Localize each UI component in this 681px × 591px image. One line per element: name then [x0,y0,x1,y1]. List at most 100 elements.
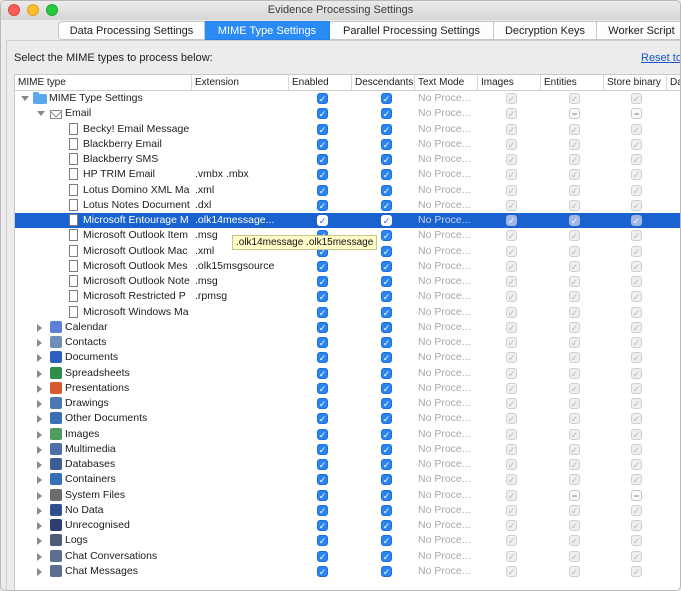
descendants-checkbox[interactable]: ✓ [381,504,392,516]
enabled-checkbox[interactable]: ✓ [317,154,328,165]
collapse-arrow-icon[interactable] [21,96,29,101]
table-row[interactable]: Logs ✓ ✓ No Proce... ✓ ✓ ✓ [15,533,680,548]
enabled-checkbox[interactable]: ✓ [317,321,328,333]
descendants-checkbox[interactable]: ✓ [381,184,392,196]
enabled-checkbox[interactable]: ✓ [317,398,328,409]
descendants-checkbox[interactable]: ✓ [381,321,392,333]
descendants-checkbox[interactable]: ✓ [381,367,392,379]
table-row[interactable]: Images ✓ ✓ No Proce... ✓ ✓ ✓ [15,427,680,442]
enabled-checkbox[interactable]: ✓ [317,169,328,181]
descendants-checkbox[interactable]: ✓ [381,489,392,501]
table-row[interactable]: Documents ✓ ✓ No Proce... ✓ ✓ ✓ [15,350,680,365]
expand-arrow-icon[interactable] [37,339,42,347]
close-window-button[interactable] [8,4,20,16]
expand-arrow-icon[interactable] [37,445,42,454]
column-header-descendants[interactable]: Descendants [352,75,415,91]
descendants-checkbox[interactable]: ✓ [381,215,392,226]
enabled-checkbox[interactable]: ✓ [317,428,328,440]
tab-worker-script[interactable]: Worker Script [597,21,680,40]
expand-arrow-icon[interactable] [37,369,42,378]
column-header-store-binary[interactable]: Store binary [604,75,667,91]
tab-mime-type-settings[interactable]: MIME Type Settings [205,21,330,40]
column-header-text-mode[interactable]: Text Mode [415,75,478,91]
descendants-checkbox[interactable]: ✓ [381,199,392,211]
descendants-checkbox[interactable]: ✓ [381,352,392,364]
table-row[interactable]: Unrecognised ✓ ✓ No Proce... ✓ ✓ ✓ [15,518,680,533]
zoom-window-button[interactable] [46,4,58,16]
enabled-checkbox[interactable]: ✓ [317,108,328,120]
minimize-window-button[interactable] [27,4,39,16]
descendants-checkbox[interactable]: ✓ [381,291,392,303]
tab-decryption-keys[interactable]: Decryption Keys [494,21,597,40]
expand-arrow-icon[interactable] [37,384,42,393]
enabled-checkbox[interactable]: ✓ [317,367,328,379]
expand-arrow-icon[interactable] [37,400,42,408]
descendants-checkbox[interactable]: ✓ [381,260,392,272]
collapse-arrow-icon[interactable] [37,111,45,117]
enabled-checkbox[interactable]: ✓ [317,184,328,196]
enabled-checkbox[interactable]: ✓ [317,199,328,211]
table-row[interactable]: Microsoft Windows Ma ✓ ✓ No Proce... ✓ ✓ ✓ [15,305,680,320]
reset-link[interactable]: Reset to [641,52,680,64]
enabled-checkbox[interactable]: ✓ [317,550,328,562]
enabled-checkbox[interactable]: ✓ [317,474,328,486]
enabled-checkbox[interactable]: ✓ [317,443,328,455]
descendants-checkbox[interactable]: ✓ [381,230,392,242]
enabled-checkbox[interactable]: ✓ [317,520,328,531]
table-row[interactable]: Blackberry SMS ✓ ✓ No Proce... ✓ ✓ ✓ [15,152,680,167]
descendants-checkbox[interactable]: ✓ [381,382,392,394]
column-header-enabled[interactable]: Enabled [289,75,352,91]
expand-arrow-icon[interactable] [37,476,42,485]
expand-arrow-icon[interactable] [37,552,42,561]
enabled-checkbox[interactable]: ✓ [317,215,328,226]
enabled-checkbox[interactable]: ✓ [317,306,328,318]
enabled-checkbox[interactable]: ✓ [317,489,328,501]
enabled-checkbox[interactable]: ✓ [317,382,328,394]
table-row[interactable]: Presentations ✓ ✓ No Proce... ✓ ✓ ✓ [15,381,680,396]
column-header-mime-type[interactable]: MIME type [15,75,192,91]
enabled-checkbox[interactable]: ✓ [317,459,328,470]
enabled-checkbox[interactable]: ✓ [317,93,328,104]
expand-arrow-icon[interactable] [37,430,42,439]
expand-arrow-icon[interactable] [37,567,42,576]
descendants-checkbox[interactable]: ✓ [381,245,392,257]
table-row[interactable]: Microsoft Entourage M .olk14message... ✓ ✓ N… [15,213,680,229]
table-row[interactable]: No Data ✓ ✓ No Proce... ✓ ✓ ✓ [15,503,680,518]
tab-parallel-processing-settings[interactable]: Parallel Processing Settings [330,21,494,40]
descendants-checkbox[interactable]: ✓ [381,306,392,318]
expand-arrow-icon[interactable] [37,323,42,332]
table-row[interactable]: System Files ✓ ✓ No Proce... ✓ − − [15,488,680,503]
table-row[interactable]: Microsoft Restricted P .rpmsg ✓ ✓ No Proce..… [15,289,680,304]
descendants-checkbox[interactable]: ✓ [381,520,392,531]
descendants-checkbox[interactable]: ✓ [381,337,392,348]
descendants-checkbox[interactable]: ✓ [381,550,392,562]
descendants-checkbox[interactable]: ✓ [381,93,392,104]
enabled-checkbox[interactable]: ✓ [317,138,328,150]
enabled-checkbox[interactable]: ✓ [317,291,328,303]
expand-arrow-icon[interactable] [37,522,42,530]
expand-arrow-icon[interactable] [37,506,42,515]
descendants-checkbox[interactable]: ✓ [381,413,392,425]
expand-arrow-icon[interactable] [37,415,42,424]
expand-arrow-icon[interactable] [37,537,42,546]
table-row[interactable]: Blackberry Email ✓ ✓ No Proce... ✓ ✓ ✓ [15,137,680,152]
descendants-checkbox[interactable]: ✓ [381,565,392,577]
table-row[interactable]: HP TRIM Email .vmbx .mbx ✓ ✓ No Proce... ✓ ✓ ✓ [15,167,680,182]
table-row[interactable]: Microsoft Outlook Mes .olk15msgsource ✓ ✓ No… [15,259,680,274]
column-header-data[interactable]: Da [667,75,680,91]
enabled-checkbox[interactable]: ✓ [317,260,328,272]
table-row[interactable]: Lotus Domino XML Ma .xml ✓ ✓ No Proce... ✓ ✓ ✓ [15,183,680,198]
table-row[interactable]: Chat Conversations ✓ ✓ No Proce... ✓ ✓ ✓ [15,549,680,564]
column-header-extension[interactable]: Extension [192,75,289,91]
descendants-checkbox[interactable]: ✓ [381,398,392,409]
descendants-checkbox[interactable]: ✓ [381,459,392,470]
table-row[interactable]: Email ✓ ✓ No Proce... ✓ − − [15,106,680,121]
table-row[interactable]: Chat Messages ✓ ✓ No Proce... ✓ ✓ ✓ [15,564,680,579]
table-row[interactable]: Lotus Notes Document .dxl ✓ ✓ No Proce... ✓ ✓ ✓ [15,198,680,213]
descendants-checkbox[interactable]: ✓ [381,535,392,547]
enabled-checkbox[interactable]: ✓ [317,504,328,516]
descendants-checkbox[interactable]: ✓ [381,474,392,486]
descendants-checkbox[interactable]: ✓ [381,276,392,287]
expand-arrow-icon[interactable] [37,491,42,500]
table-row[interactable]: Contacts ✓ ✓ No Proce... ✓ ✓ ✓ [15,335,680,350]
